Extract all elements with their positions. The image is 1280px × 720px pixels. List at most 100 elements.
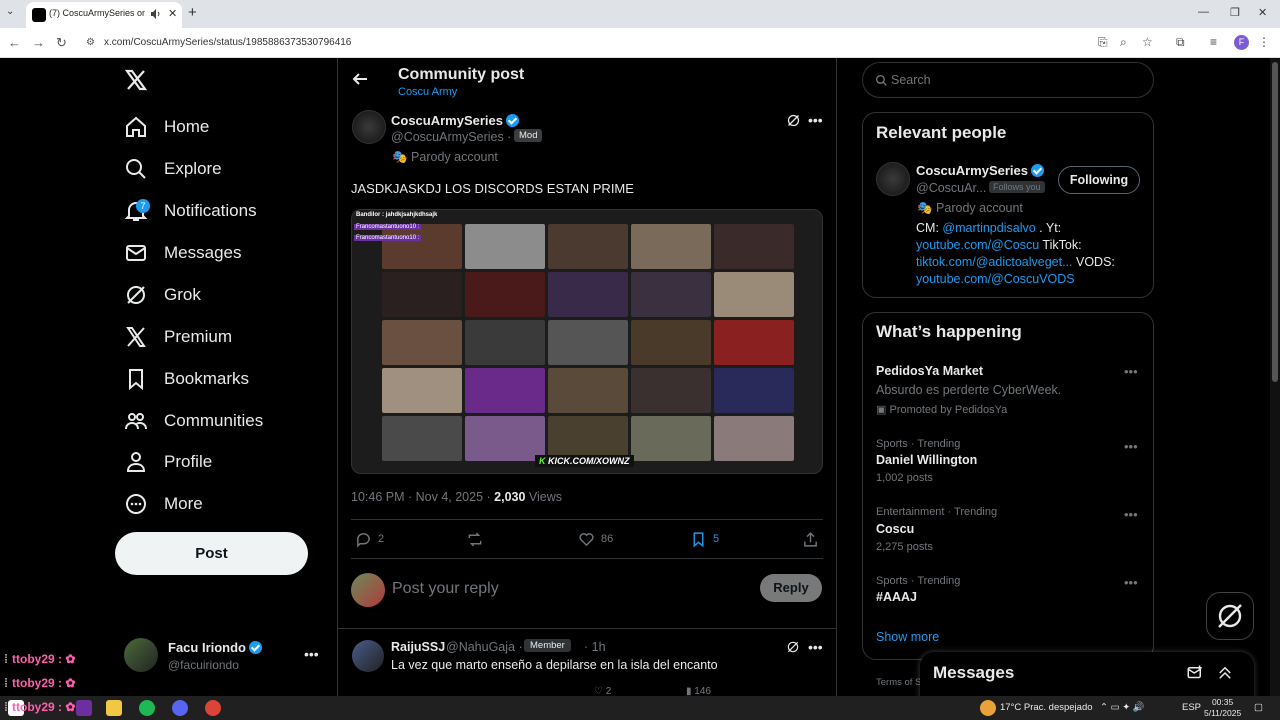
spotify-icon[interactable] [139, 700, 155, 716]
tab-search-icon[interactable]: ⌄ [6, 6, 22, 22]
x-logo-icon[interactable] [124, 68, 150, 94]
parody-label: 🎭 Parody account [917, 201, 1023, 215]
reading-list-icon[interactable]: ≡ [1210, 35, 1226, 51]
share-action[interactable] [802, 530, 825, 548]
tray-arrow-icon[interactable]: ⌃ ▭ ✦ 🔊 [1100, 702, 1145, 713]
account-switcher[interactable]: Facu Iriondo @facuiriondo ••• [124, 638, 324, 678]
search-input[interactable]: Search [862, 62, 1154, 98]
app-icon[interactable] [76, 700, 92, 716]
back-icon[interactable]: ← [8, 35, 24, 51]
community-link[interactable]: Coscu Army [398, 86, 457, 98]
install-app-icon[interactable]: ⎘ [1098, 35, 1114, 51]
extensions-icon[interactable]: ⧉ [1176, 35, 1192, 51]
trend-name[interactable]: PedidosYa Market [876, 364, 983, 378]
trend-name[interactable]: #AAAJ [876, 590, 917, 604]
trend-name[interactable]: Daniel Willington [876, 453, 977, 467]
reply-more-icon[interactable]: ••• [808, 639, 823, 655]
nav-profile[interactable]: Profile [124, 442, 212, 482]
discord-icon[interactable] [172, 700, 188, 716]
reply-button[interactable]: Reply [760, 574, 822, 602]
profile-avatar-icon[interactable]: F [1234, 35, 1249, 50]
account-handle: @facuiriondo [168, 658, 239, 672]
repost-action[interactable] [466, 530, 490, 548]
trend-more-icon[interactable]: ••• [1124, 439, 1138, 454]
reload-icon[interactable]: ↻ [56, 35, 72, 51]
grok-icon[interactable] [786, 113, 801, 128]
post-timestamp[interactable]: 10:46 PM · Nov 4, 2025 · 2,030 Views [351, 490, 562, 504]
new-message-icon[interactable] [1186, 664, 1204, 682]
trend-meta: Entertainment · Trending [876, 506, 998, 518]
site-info-icon[interactable]: ⚙ [86, 37, 98, 49]
nav-messages[interactable]: Messages [124, 233, 241, 273]
person-avatar[interactable] [876, 162, 910, 196]
post-button[interactable]: Post [115, 532, 308, 575]
new-tab-icon[interactable]: + [188, 4, 197, 21]
trend-name[interactable]: Coscu [876, 522, 914, 536]
person-handle[interactable]: @CoscuAr... [916, 181, 986, 195]
nav-communities[interactable]: Communities [124, 401, 263, 441]
bio-link[interactable]: youtube.com/@CoscuVODS [916, 272, 1075, 286]
nav-notifications[interactable]: 7 Notifications [124, 191, 257, 231]
browser-menu-icon[interactable]: ⋮ [1258, 35, 1274, 51]
avatar [351, 573, 385, 607]
nav-more[interactable]: More [124, 484, 203, 524]
trend-more-icon[interactable]: ••• [1124, 507, 1138, 522]
trend-meta: Sports · Trending [876, 438, 961, 450]
scrollbar-thumb[interactable] [1272, 62, 1278, 382]
trend-more-icon[interactable]: ••• [1124, 364, 1138, 379]
following-button[interactable]: Following [1058, 166, 1140, 194]
chrome-icon[interactable] [205, 700, 221, 716]
reply-time[interactable]: · 1h [584, 640, 606, 654]
terms-link[interactable]: Terms of S [876, 677, 921, 688]
close-tab-icon[interactable]: ✕ [168, 7, 177, 20]
reply-author-name[interactable]: RaijuSSJ [391, 640, 445, 654]
address-bar: ← → ↻ ⚙ x.com/CoscuArmySeries/status/198… [0, 28, 1280, 58]
nav-explore[interactable]: Explore [124, 149, 222, 189]
weather-text[interactable]: 17°C Prac. despejado [1000, 702, 1093, 713]
bio-link[interactable]: @martinpdisalvo [942, 221, 1035, 235]
bio-link[interactable]: tiktok.com/@adictoalveget... [916, 255, 1073, 269]
more-dots-icon[interactable]: ••• [304, 646, 319, 662]
bookmark-star-icon[interactable]: ☆ [1142, 35, 1158, 51]
file-explorer-icon[interactable] [106, 700, 122, 716]
reply-text: La vez que marto enseño a depilarse en l… [391, 658, 718, 672]
restore-icon[interactable]: ❐ [1230, 6, 1240, 19]
bio-link[interactable]: youtube.com/@Coscu [916, 238, 1039, 252]
forward-icon[interactable]: → [32, 35, 48, 51]
follows-you-badge: Follows you [989, 181, 1045, 193]
speaker-icon[interactable] [150, 8, 162, 22]
expand-up-icon[interactable] [1216, 664, 1234, 682]
back-arrow-icon[interactable] [352, 71, 368, 87]
close-window-icon[interactable]: ✕ [1258, 6, 1267, 19]
envelope-icon [126, 245, 146, 261]
reply-input[interactable]: Post your reply [392, 580, 499, 598]
like-action[interactable]: 86 [578, 530, 613, 548]
post-more-icon[interactable]: ••• [808, 112, 823, 128]
author-avatar[interactable] [352, 110, 386, 144]
notification-center-icon[interactable]: ▢ [1254, 702, 1263, 713]
post-image[interactable]: Bandilor : jahdkjsahjkdhsajk Francomasta… [351, 209, 823, 474]
page-title: Community post [398, 66, 525, 83]
author-handle[interactable]: @CoscuArmySeries · [391, 130, 511, 144]
nav-premium[interactable]: Premium [124, 317, 232, 357]
nav-bookmarks[interactable]: Bookmarks [124, 359, 249, 399]
person-name[interactable]: CoscuArmySeries [916, 163, 1044, 178]
zoom-icon[interactable]: ⌕ [1120, 35, 1136, 51]
trend-more-icon[interactable]: ••• [1124, 575, 1138, 590]
grok-icon[interactable] [786, 640, 800, 654]
language-indicator[interactable]: ESP [1182, 702, 1201, 713]
nav-home[interactable]: Home [124, 107, 209, 147]
show-more-link[interactable]: Show more [876, 630, 939, 644]
reply-author-handle[interactable]: @NahuGaja · [446, 640, 523, 654]
author-name[interactable]: CoscuArmySeries [391, 113, 519, 128]
bookmark-action[interactable]: 5 [690, 530, 719, 548]
overlay-chat-text: Francomastantuono10 : [354, 224, 422, 230]
minimize-icon[interactable]: — [1198, 6, 1209, 18]
reply-author-avatar[interactable] [352, 640, 384, 672]
reply-action[interactable]: 2 [355, 530, 384, 548]
clock[interactable]: 00:35 5/11/2025 [1204, 697, 1241, 719]
url-field[interactable]: x.com/CoscuArmySeries/status/19858863735… [104, 37, 351, 48]
grok-floating-button[interactable] [1206, 592, 1254, 640]
browser-tab[interactable]: (7) CoscuArmySeries on X: ✕ [26, 2, 182, 28]
nav-grok[interactable]: Grok [124, 275, 201, 315]
